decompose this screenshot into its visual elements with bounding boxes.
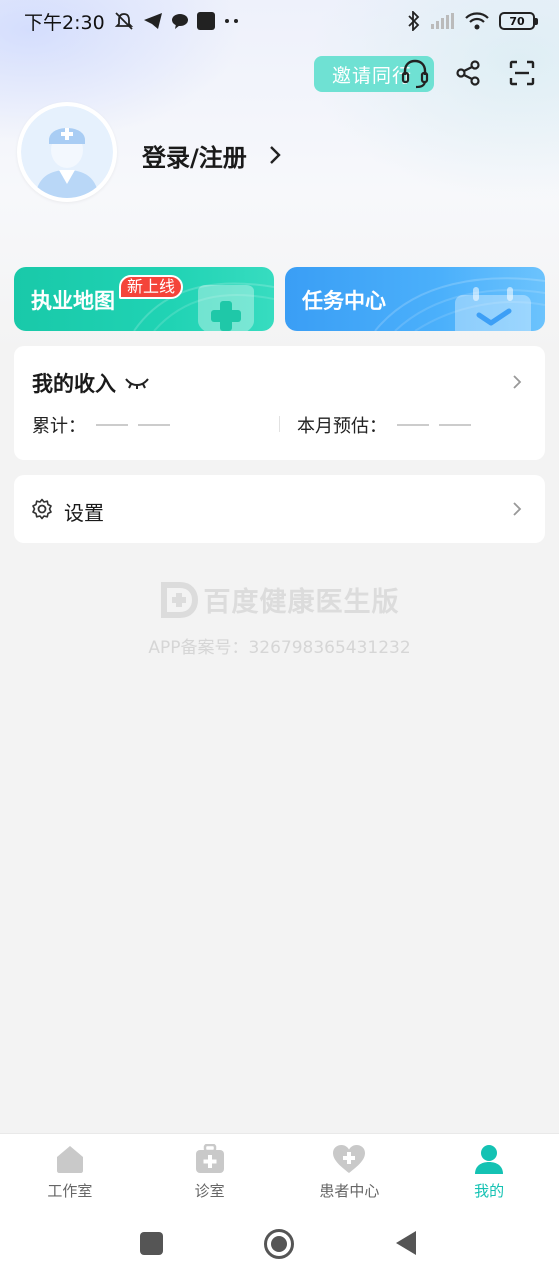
login-register-link[interactable]: 登录/注册 — [142, 135, 281, 175]
home-icon — [56, 1146, 83, 1173]
back-icon[interactable] — [395, 1230, 417, 1256]
tab-label: 工作室 — [47, 1182, 93, 1200]
income-month-estimate: 本月预估： — [297, 412, 471, 438]
task-center-card[interactable]: 任务中心 — [285, 267, 545, 331]
customer-service-icon[interactable] — [400, 58, 430, 94]
placeholder-dash — [96, 424, 128, 426]
tab-mine[interactable]: 我的 — [419, 1134, 559, 1209]
settings-row[interactable]: 设置 — [14, 475, 545, 543]
share-icon[interactable] — [455, 60, 481, 90]
placeholder-dash — [138, 424, 170, 426]
income-title: 我的收入 — [32, 372, 116, 396]
mute-icon — [113, 11, 135, 31]
watermark-title: 百度健康医生版 — [160, 580, 400, 619]
battery-icon: 70 — [499, 12, 538, 30]
shield-plus-icon — [198, 285, 254, 331]
placeholder-dash — [439, 424, 471, 426]
my-income-card[interactable]: 我的收入 累计： 本月预估： — [14, 346, 545, 460]
tab-label: 患者中心 — [319, 1182, 380, 1200]
bluetooth-icon — [407, 11, 421, 31]
status-bar: 下午2:30 70 — [0, 0, 559, 42]
battery-level: 70 — [509, 14, 525, 28]
heart-plus-icon — [333, 1145, 366, 1173]
income-divider — [279, 416, 280, 432]
tab-label: 诊室 — [194, 1182, 225, 1200]
income-total-label: 累计： — [32, 416, 86, 437]
medical-kit-icon — [195, 1144, 224, 1173]
income-total: 累计： — [32, 412, 170, 438]
home-button-icon[interactable] — [263, 1228, 295, 1260]
recent-apps-icon[interactable] — [140, 1232, 163, 1255]
watermark-app-name: 百度健康医生版 — [203, 587, 400, 618]
placeholder-dash — [397, 424, 429, 426]
login-label: 登录/注册 — [142, 143, 247, 172]
chevron-right-icon — [513, 375, 522, 389]
doctor-avatar[interactable] — [17, 102, 117, 202]
income-month-label: 本月预估： — [297, 416, 387, 437]
baidu-health-logo-icon — [160, 581, 198, 618]
eye-closed-icon[interactable] — [124, 376, 150, 390]
tab-patient-center[interactable]: 患者中心 — [280, 1134, 420, 1209]
status-time: 下午2:30 — [24, 11, 105, 34]
chevron-right-icon — [269, 146, 281, 164]
dots-icon — [223, 18, 241, 24]
bottom-tab-bar: 工作室 诊室 患者中心 我的 — [0, 1133, 559, 1209]
wifi-icon — [465, 12, 489, 30]
app-watermark: 百度健康医生版 APP备案号：326798365431232 — [0, 580, 559, 658]
gear-icon — [32, 498, 52, 520]
chevron-right-icon — [513, 502, 522, 516]
practice-map-title: 执业地图 — [31, 289, 115, 313]
square-icon — [196, 12, 215, 30]
watermark-record-number: APP备案号：326798365431232 — [148, 637, 411, 658]
person-icon — [475, 1145, 504, 1174]
signal-icon — [431, 13, 455, 29]
tab-studio[interactable]: 工作室 — [0, 1134, 140, 1209]
tab-clinic[interactable]: 诊室 — [140, 1134, 280, 1209]
calendar-check-icon — [455, 287, 531, 331]
chat-icon — [171, 13, 189, 29]
settings-label: 设置 — [64, 501, 104, 525]
new-launch-badge: 新上线 — [119, 275, 184, 299]
system-navigation-bar — [0, 1209, 559, 1280]
telegram-icon — [143, 12, 163, 30]
scan-icon[interactable] — [509, 60, 535, 90]
tab-label: 我的 — [474, 1182, 505, 1200]
task-center-title: 任务中心 — [302, 289, 386, 313]
income-title-row: 我的收入 — [32, 368, 150, 398]
